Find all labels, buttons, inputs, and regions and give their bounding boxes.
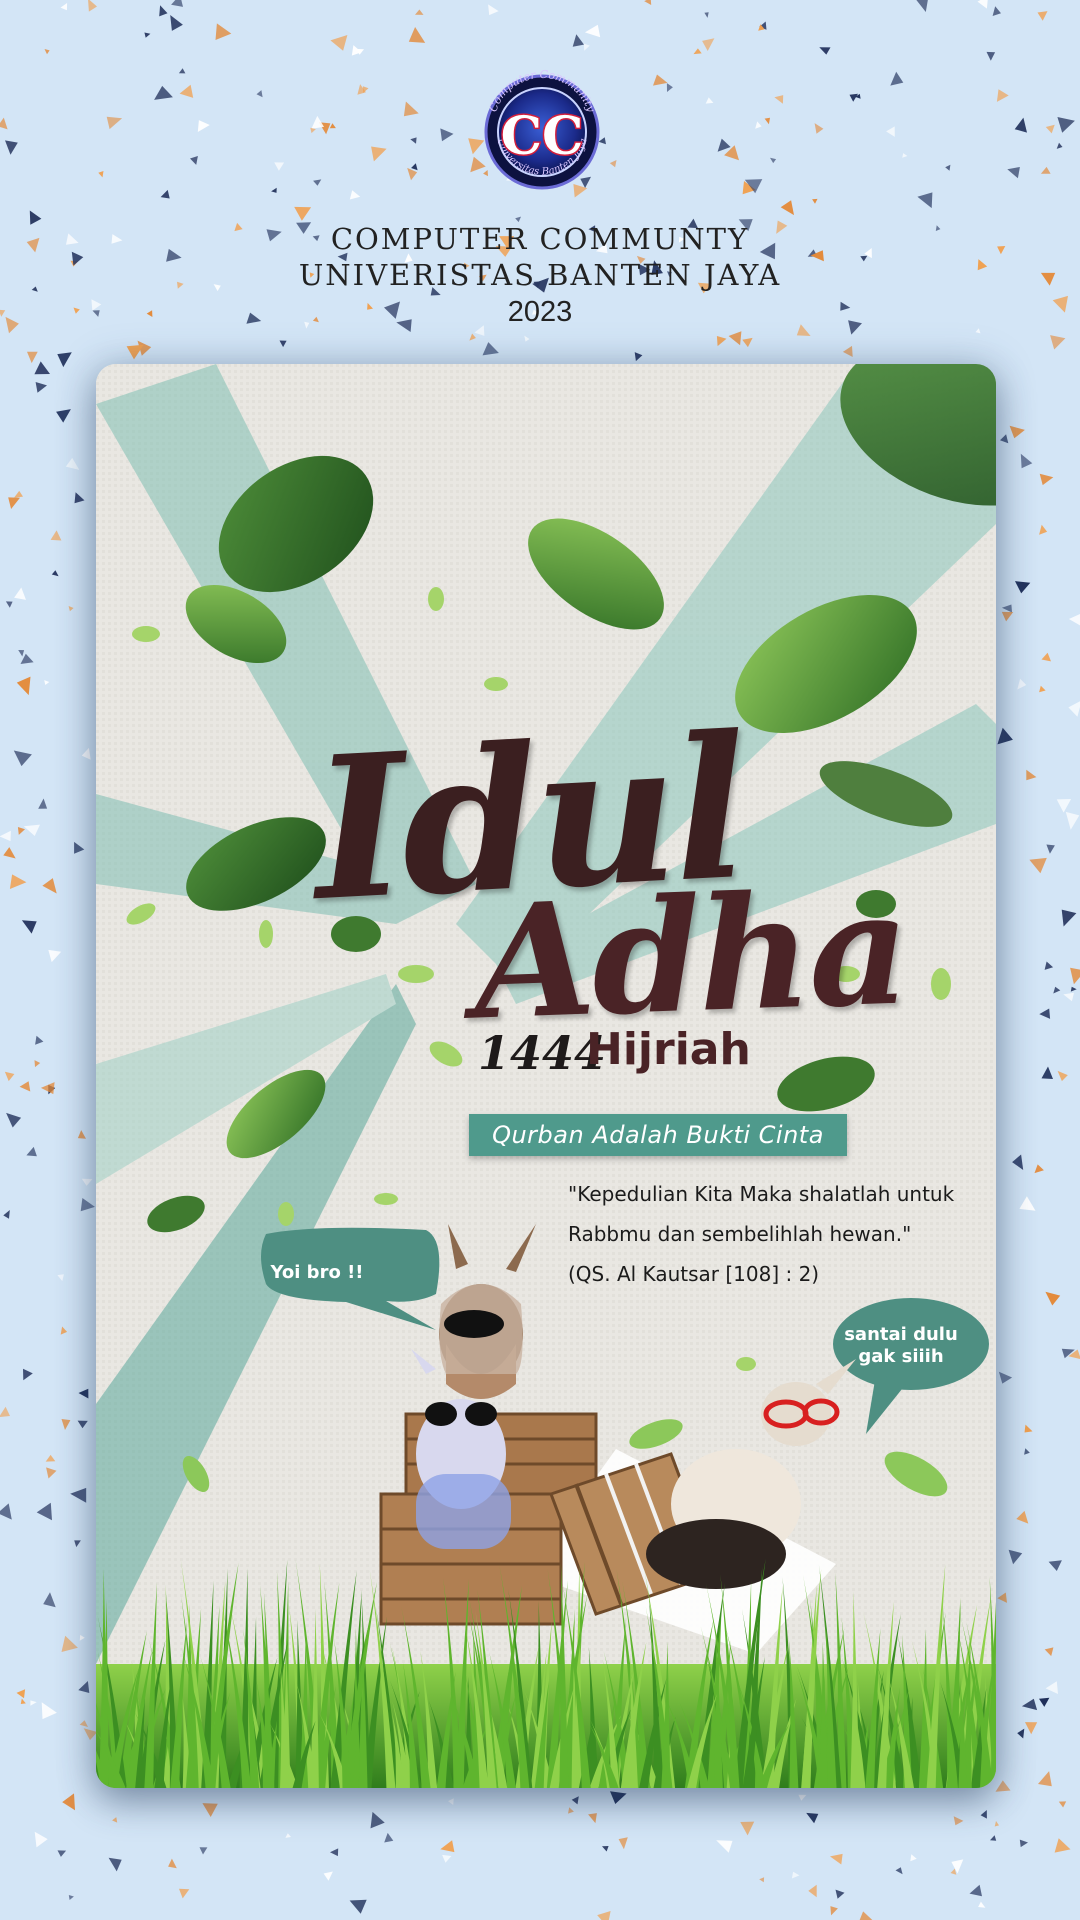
header-year: 2023 <box>507 296 573 328</box>
quote-line: "Kepedulian Kita Maka shalatlah untuk <box>568 1182 955 1206</box>
bubble-right-text: santai dulu gak siiih <box>844 1324 958 1367</box>
quran-quote: "Kepedulian Kita Maka shalatlah untuk Ra… <box>568 1174 988 1294</box>
org-name-line2: UNIVERISTAS BANTEN JAYA <box>298 258 782 292</box>
banner-qurban: Qurban Adalah Bukti Cinta <box>469 1114 847 1156</box>
org-name-line1: COMPUTER COMMUNTY <box>330 222 750 256</box>
hijri-label: Hijriah <box>586 1024 751 1075</box>
community-logo: Computer Community Universitas Banten Ja… <box>480 56 604 208</box>
bubble-left-text: Yoi bro !! <box>270 1262 364 1283</box>
quote-line: Rabbmu dan sembelihlah hewan." <box>568 1222 912 1246</box>
quote-citation: (QS. Al Kautsar [108] : 2) <box>568 1262 820 1286</box>
eid-poster-card: Idul Adha 1444 Hijriah Qurban Adalah Buk… <box>96 364 996 1788</box>
svg-text:CC: CC <box>501 106 584 167</box>
